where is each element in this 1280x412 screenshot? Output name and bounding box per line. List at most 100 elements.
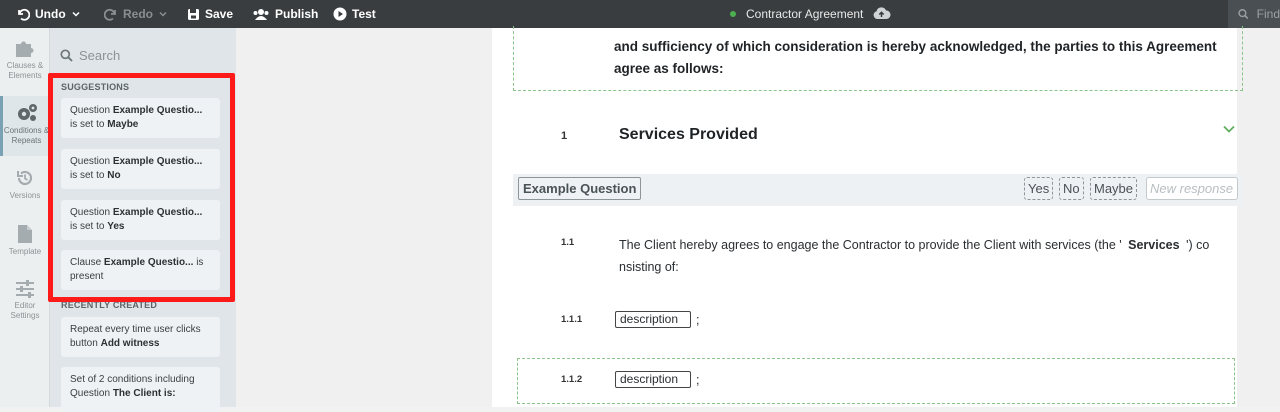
recent-line: Repeat every time user clicks <box>70 324 201 335</box>
new-response-input[interactable]: New response <box>1146 177 1238 200</box>
suggestion-mid: is set to <box>70 221 105 232</box>
search-input[interactable]: Search <box>60 48 120 63</box>
rail-item-template[interactable]: Template <box>0 224 50 264</box>
search-placeholder: Search <box>79 48 121 63</box>
suggestion-prefix: Question <box>70 105 111 116</box>
suggestion-name: Example Questio... <box>103 257 194 268</box>
redo-label: Redo <box>123 7 153 21</box>
save-label: Save <box>205 7 234 21</box>
status-dot-icon <box>730 11 736 17</box>
suggestion-item[interactable]: Question Example Questio... is set to Ye… <box>61 200 220 240</box>
save-button[interactable]: Save <box>187 0 233 28</box>
search-icon <box>1238 9 1249 20</box>
suggestion-item[interactable]: Clause Example Questio... is present <box>61 250 220 290</box>
recent-prefix: Question <box>70 388 111 399</box>
undo-button[interactable]: Undo <box>16 0 81 28</box>
publish-label: Publish <box>275 7 319 21</box>
suggestion-name: Example Questio... <box>112 207 203 218</box>
suggestions-heading: SUGGESTIONS <box>61 82 130 92</box>
history-icon <box>17 170 33 186</box>
suggestion-value: Maybe <box>107 119 139 130</box>
redo-button[interactable]: Redo <box>104 0 168 28</box>
suggestion-prefix: Question <box>70 156 111 167</box>
recent-prefix: button <box>70 338 98 349</box>
conditions-panel: Search SUGGESTIONS Question Example Ques… <box>50 28 236 412</box>
document-icon <box>18 225 32 243</box>
option-no[interactable]: No <box>1059 177 1084 200</box>
sub-item-row: description ; <box>615 311 699 328</box>
test-label: Test <box>352 7 376 21</box>
suggestion-mid: is set to <box>70 170 105 181</box>
document-title-text: Contractor Agreement <box>746 7 864 21</box>
description-field[interactable]: description <box>615 311 691 328</box>
question-bar: Example Question Yes No Maybe New respon… <box>513 174 1243 206</box>
rail-item-conditions[interactable]: Conditions & Repeats <box>0 96 50 156</box>
rail-item-clauses[interactable]: Clauses & Elements <box>0 38 50 88</box>
section-number: 1 <box>561 130 568 142</box>
search-icon <box>60 49 73 62</box>
suggestion-prefix: Question <box>70 207 111 218</box>
recitals-text: and sufficiency of which consideration i… <box>614 39 1217 76</box>
top-toolbar: Undo Redo Save Publish Test Contractor A… <box>0 0 1280 28</box>
recent-bold: Add witness <box>100 338 160 349</box>
recent-bold: The Client is: <box>112 388 176 399</box>
suggestion-value: Yes <box>107 221 125 232</box>
description-field[interactable]: description <box>615 371 691 388</box>
save-icon <box>188 8 199 20</box>
sub-item-number: 1.1.1 <box>561 314 583 325</box>
publish-button[interactable]: Publish <box>252 0 318 28</box>
document-canvas: and sufficiency of which consideration i… <box>236 26 1280 407</box>
clause-text-before: The Client hereby agrees to engage the C… <box>619 238 1122 252</box>
document-page: and sufficiency of which consideration i… <box>492 26 1243 407</box>
rail-item-label: Versions <box>9 191 41 200</box>
undo-label: Undo <box>35 7 66 21</box>
sub-item-row: description ; <box>615 371 699 388</box>
recent-item[interactable]: Repeat every time user clicks button Add… <box>61 317 220 357</box>
sliders-icon <box>16 280 34 298</box>
suggestion-mid: is <box>196 257 204 268</box>
chevron-down-icon[interactable] <box>71 9 81 19</box>
find-input[interactable]: Find <box>1228 0 1280 28</box>
rail-item-label: Editor Settings <box>10 301 40 320</box>
recently-created-heading: RECENTLY CREATED <box>61 300 158 310</box>
rail-item-label: Conditions & Repeats <box>3 126 50 145</box>
rail-item-editor-settings[interactable]: Editor Settings <box>0 280 50 330</box>
suggestion-item[interactable]: Question Example Questio... is set to Ma… <box>61 98 220 138</box>
document-title[interactable]: Contractor Agreement <box>730 0 863 28</box>
right-scroll-area[interactable] <box>1262 28 1280 407</box>
clause-text: The Client hereby agrees to engage the C… <box>619 234 1234 278</box>
suggestion-value: present <box>70 271 104 282</box>
sub-item-suffix: ; <box>696 372 700 387</box>
sub-item-number: 1.1.2 <box>561 374 583 385</box>
recent-item[interactable]: Set of 2 conditions including Question T… <box>61 367 220 412</box>
suggestion-name: Example Questio... <box>112 156 203 167</box>
sub-item-suffix: ; <box>696 312 700 327</box>
rail-item-versions[interactable]: Versions <box>0 168 50 208</box>
rail-item-label: Clauses & Elements <box>6 61 44 80</box>
suggestion-value: No <box>107 170 121 181</box>
option-maybe[interactable]: Maybe <box>1090 177 1138 200</box>
suggestion-item[interactable]: Question Example Questio... is set to No <box>61 149 220 189</box>
recent-line: Set of 2 conditions including <box>70 374 195 385</box>
suggestion-name: Example Questio... <box>112 105 203 116</box>
gears-icon <box>17 104 37 121</box>
left-rail: Clauses & Elements Conditions & Repeats … <box>0 28 50 407</box>
clause-term: Services <box>1128 238 1180 252</box>
clause-number: 1.1 <box>561 237 575 248</box>
test-button[interactable]: Test <box>333 0 376 28</box>
chevron-down-icon <box>159 11 167 17</box>
puzzle-icon <box>16 41 34 57</box>
chevron-down-icon[interactable] <box>1222 124 1236 134</box>
section-title: Services Provided <box>619 126 758 143</box>
option-yes[interactable]: Yes <box>1024 177 1054 200</box>
find-placeholder: Find <box>1256 7 1280 21</box>
suggestion-prefix: Clause <box>70 257 102 268</box>
play-icon <box>333 7 347 21</box>
undo-icon <box>18 8 30 21</box>
users-icon <box>253 8 269 20</box>
question-label[interactable]: Example Question <box>518 177 642 200</box>
rail-item-label: Template <box>8 247 42 256</box>
redo-icon <box>104 8 116 21</box>
cloud-upload-icon[interactable] <box>872 6 891 21</box>
suggestion-mid: is set to <box>70 119 105 130</box>
